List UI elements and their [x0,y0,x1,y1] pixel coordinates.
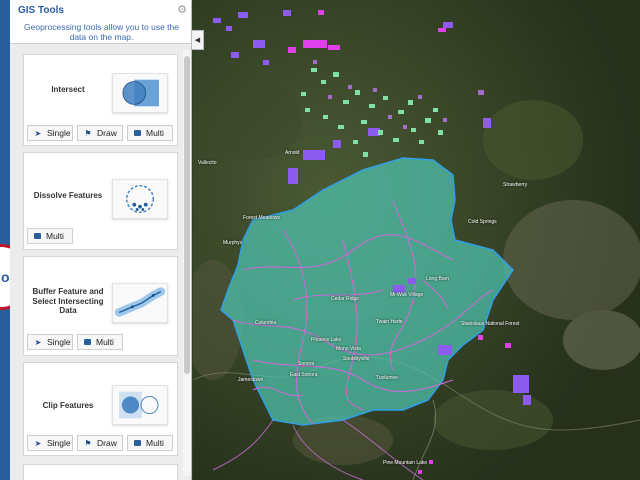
tool-name: Dissolve Features [33,191,103,200]
gis-tools-panel: GIS Tools ⚙ Geoprocessing tools allow yo… [10,0,192,480]
draw-icon: ⚑ [84,438,92,448]
clip-icon [112,385,168,425]
map-canvas[interactable] [193,0,640,480]
gear-icon[interactable]: ⚙ [177,3,187,16]
map-label: East Sonora [290,372,318,378]
multi-button[interactable]: Multi [27,228,73,244]
button-label: Multi [146,128,164,138]
map-label: Long Barn [426,276,450,282]
dissolve-icon [112,179,168,219]
tool-name: Buffer Feature and Select Intersecting D… [32,287,104,315]
multi-button[interactable]: Multi [77,334,123,350]
map-label: Vallecito [198,160,217,166]
map-label: Cedar Ridge [331,296,360,302]
tool-name: Clip Features [42,401,94,410]
tool-card-next [23,464,178,480]
map-label: Columbia [255,320,277,326]
multi-button[interactable]: Multi [127,435,173,451]
intersect-icon [112,73,168,113]
map-label: Tuolumne [376,375,399,381]
map-label: Sonora [298,361,315,367]
tool-card-intersect: Intersect ➤ Single ⚑ Draw Multi [23,54,178,146]
map-label: Jamestown [238,377,264,383]
single-button[interactable]: ➤ Single [27,435,73,451]
map-label: Soulsbyville [343,356,370,362]
single-button[interactable]: ➤ Single [27,334,73,350]
map-label: Murphys [223,240,243,246]
multi-icon [134,440,141,446]
button-label: Multi [146,438,164,448]
button-label: Multi [96,337,114,347]
button-label: Single [47,337,71,347]
scroll-thumb[interactable] [184,56,190,374]
tool-list: Intersect ➤ Single ⚑ Draw Multi Dissolve F… [10,44,192,480]
draw-icon: ⚑ [84,128,92,138]
map-label: Mono Vista [336,346,361,352]
button-label: Draw [97,128,117,138]
panel-scrollbar[interactable] [183,50,191,476]
map-label: Phoenix Lake [311,337,342,343]
tool-card-clip: Clip Features ➤ Single ⚑ Draw Multi [23,362,178,456]
panel-header: GIS Tools ⚙ Geoprocessing tools allow yo… [10,0,191,44]
map-label: Mi-Wuk Village [390,292,424,298]
map-label: Cold Springs [468,219,497,225]
tool-card-dissolve: Dissolve Features Multi [23,152,178,250]
multi-icon [84,339,91,345]
map-label: Strawberry [503,182,528,188]
map-label: Stanislaus National Forest [461,321,520,327]
button-label: Draw [97,438,117,448]
button-label: Single [47,438,71,448]
buffer-icon [112,283,168,323]
map-view[interactable]: Arnold Strawberry Cold Springs Pine Moun… [193,0,640,480]
map-label: Forest Meadows [243,215,280,221]
map-label: Pine Mountain Lake [383,460,428,466]
draw-button[interactable]: ⚑ Draw [77,435,123,451]
cursor-icon: ➤ [34,337,42,347]
button-label: Multi [46,231,64,241]
panel-title: GIS Tools [18,5,64,16]
single-button[interactable]: ➤ Single [27,125,73,141]
cursor-icon: ➤ [34,128,42,138]
map-label: Arnold [285,150,300,156]
tool-card-buffer: Buffer Feature and Select Intersecting D… [23,256,178,356]
app-left-strip [0,0,10,480]
multi-icon [34,233,41,239]
chevron-left-icon[interactable]: ◀ [192,30,204,50]
multi-button[interactable]: Multi [127,125,173,141]
map-label: Twain Harte [376,319,403,325]
multi-icon [134,130,141,136]
tool-name: Intersect [51,85,85,94]
cursor-icon: ➤ [34,438,42,448]
draw-button[interactable]: ⚑ Draw [77,125,123,141]
panel-subtitle: Geoprocessing tools allow you to use the… [24,22,179,42]
button-label: Single [47,128,71,138]
